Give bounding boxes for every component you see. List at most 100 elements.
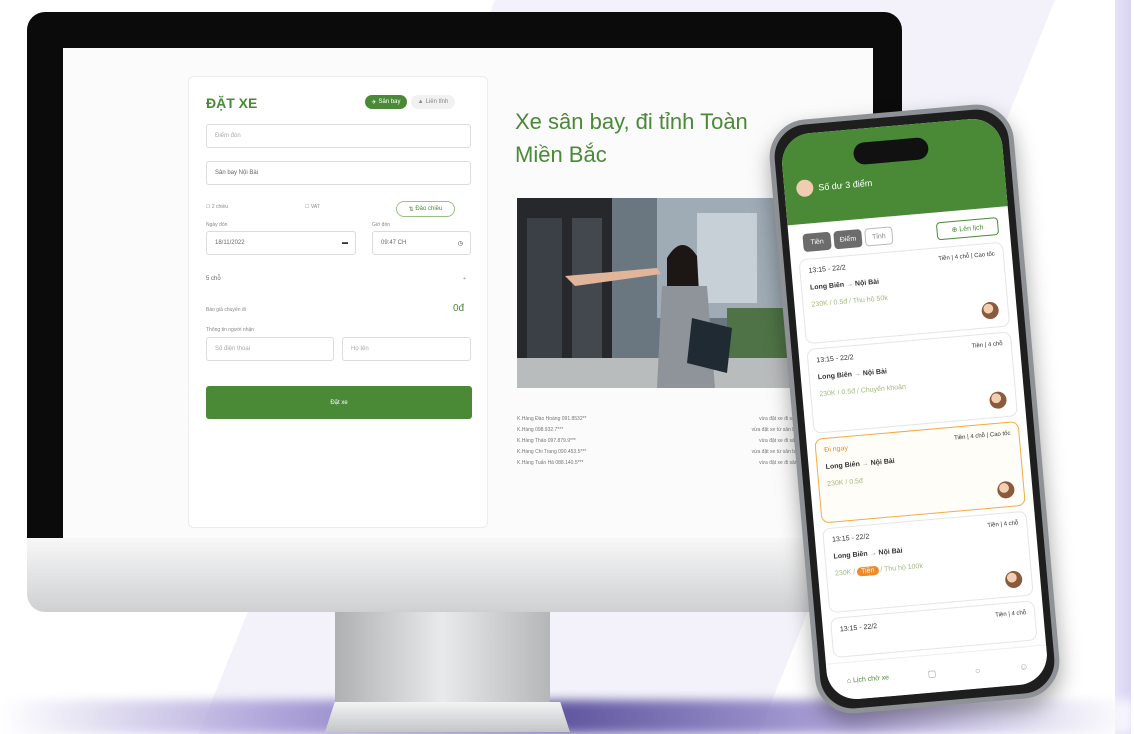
nav-schedule-label: Lịch chờ xe xyxy=(852,674,890,685)
trip-from: Long Biên xyxy=(833,550,868,561)
tab-points[interactable]: Điểm xyxy=(833,228,863,250)
driver-avatar xyxy=(988,390,1008,410)
calendar-icon: ▬ xyxy=(342,240,348,246)
driver-avatar xyxy=(1004,570,1023,589)
phone-header: Số dư 3 điểm xyxy=(779,116,1008,226)
desktop-monitor: ĐẶT XE ✈ Sân bay ▲ Liên tỉnh Điểm đón Sân … xyxy=(27,12,902,612)
monitor-chin xyxy=(27,538,902,612)
monitor-stand-base xyxy=(325,702,570,732)
plus-icon[interactable]: + xyxy=(463,276,466,282)
trip-time: Đi ngay xyxy=(823,444,849,455)
trip-card[interactable]: 13:15 - 22/2 Tiền | 4 chỗ Long Biên → Nội… xyxy=(806,331,1019,434)
trip-to: Nội Bài xyxy=(878,547,903,557)
car-icon: ▲ xyxy=(417,99,424,105)
trip-type: Tiền | 4 chỗ | Cao tốc xyxy=(953,430,1011,442)
home-icon: ⌂ xyxy=(846,677,852,685)
phone-screen: Số dư 3 điểm Tiền Điểm Tỉnh ⊕ Lên lịch 1… xyxy=(779,116,1050,702)
arrow-right-icon: → xyxy=(861,460,870,468)
marketing-stage: ĐẶT XE ✈ Sân bay ▲ Liên tỉnh Điểm đón Sân … xyxy=(0,0,1134,734)
list-item: K.Hàng Thảo 097.879.9*** vừa đặt xe đi sâ… xyxy=(517,438,807,449)
monitor-bezel: ĐẶT XE ✈ Sân bay ▲ Liên tỉnh Điểm đón Sân … xyxy=(27,12,902,539)
vat-label: VAT xyxy=(310,204,320,210)
driver-avatar xyxy=(996,480,1016,500)
trip-to: Nội Bài xyxy=(870,457,896,468)
swap-direction-button[interactable]: ⇅ Đảo chiều xyxy=(396,201,455,217)
mobile-phone: Số dư 3 điểm Tiền Điểm Tỉnh ⊕ Lên lịch 1… xyxy=(766,101,1063,717)
tab-intercity-label: Liên tỉnh xyxy=(425,99,449,105)
booking-form: ĐẶT XE ✈ Sân bay ▲ Liên tỉnh Điểm đón Sân … xyxy=(188,76,488,528)
chat-icon[interactable]: ○ xyxy=(975,665,981,675)
trip-to: Nội Bài xyxy=(854,278,880,288)
trip-card-urgent[interactable]: Đi ngay Tiền | 4 chỗ | Cao tốc Long Biên … xyxy=(814,420,1026,524)
trip-time: 13:15 - 22/2 xyxy=(839,623,878,634)
time-input[interactable]: 09:47 CH ◷ xyxy=(372,231,471,255)
tab-money[interactable]: Tiền xyxy=(802,231,832,253)
schedule-button[interactable]: ⊕ Lên lịch xyxy=(935,217,1000,241)
contact-name: K.Hàng Đào Hoàng 091.8532** xyxy=(517,416,587,422)
contact-name: K.Hàng Thảo 097.879.9*** xyxy=(517,438,576,444)
trip-type: Tiền | 4 chỗ xyxy=(987,520,1019,530)
payment-badge: Tiền xyxy=(856,565,879,577)
arrow-right-icon: → xyxy=(869,549,877,558)
phone-input[interactable]: Số điện thoại xyxy=(206,337,334,361)
price-value: 0đ xyxy=(453,303,465,314)
contact-name: K.Hàng 098.932.7*** xyxy=(517,427,564,433)
trip-to: Nội Bài xyxy=(862,368,888,378)
vat-checkbox[interactable]: ☐ VAT xyxy=(305,204,320,210)
swap-icon: ⇅ xyxy=(408,206,414,213)
two-way-checkbox[interactable]: ☐ 2 chiều xyxy=(206,204,228,210)
contact-label: Thông tin người nhận xyxy=(206,327,255,333)
contact-name: K.Hàng Tuấn Hà 088.140.5*** xyxy=(517,460,584,466)
trip-price-head: 230K / xyxy=(834,568,858,578)
trip-price-tail: / Thu hộ 100k xyxy=(878,562,924,574)
trip-type: Tiền | 4 chỗ xyxy=(971,341,1003,350)
list-item: K.Hàng 098.932.7*** vừa đặt xe từ sân bay… xyxy=(517,427,807,438)
clock-icon: ◷ xyxy=(457,240,463,247)
swap-label: Đảo chiều xyxy=(415,206,443,212)
seats-select[interactable]: 5 chỗ xyxy=(206,276,221,282)
woman-hailing-photo xyxy=(517,198,807,388)
hero-headline-line1: Xe sân bay, đi tỉnh Toàn xyxy=(515,109,748,134)
two-way-label: 2 chiều xyxy=(211,204,228,210)
driver-avatar xyxy=(980,301,1000,320)
trip-time: 13:15 - 22/2 xyxy=(816,354,854,365)
tab-province[interactable]: Tỉnh xyxy=(864,226,894,247)
tab-intercity[interactable]: ▲ Liên tỉnh xyxy=(411,95,455,109)
tab-airport[interactable]: ✈ Sân bay xyxy=(365,95,407,109)
date-label: Ngày đón xyxy=(206,222,228,228)
destination-input[interactable]: Sân bay Nội Bài xyxy=(206,161,471,185)
time-value: 09:47 CH xyxy=(381,240,407,246)
booking-title: ĐẶT XE xyxy=(206,95,258,111)
name-input[interactable]: Họ tên xyxy=(342,337,471,361)
list-item: K.Hàng Tuấn Hà 088.140.5*** vừa đặt xe đi… xyxy=(517,460,807,471)
trip-time: 13:15 - 22/2 xyxy=(808,264,847,275)
nav-schedule[interactable]: ⌂ Lịch chờ xe xyxy=(847,674,890,685)
monitor-screen: ĐẶT XE ✈ Sân bay ▲ Liên tỉnh Điểm đón Sân … xyxy=(63,48,873,538)
time-label: Giờ đón xyxy=(372,222,391,228)
pickup-input[interactable]: Điểm đón xyxy=(206,124,471,148)
hero-photo xyxy=(517,198,807,388)
tab-airport-label: Sân bay xyxy=(378,99,401,105)
dynamic-island xyxy=(852,136,930,166)
plane-icon: ✈ xyxy=(371,99,377,106)
trip-from: Long Biên xyxy=(817,371,853,382)
trip-from: Long Biên xyxy=(809,281,845,292)
date-value: 18/11/2022 xyxy=(215,240,245,246)
trip-time: 13:15 - 22/2 xyxy=(831,533,870,544)
arrow-right-icon: → xyxy=(853,370,862,379)
price-label: Báo giá chuyến đi xyxy=(206,307,246,313)
arrow-right-icon: → xyxy=(845,280,854,289)
profile-icon[interactable]: ☺ xyxy=(1019,661,1029,672)
book-button[interactable]: Đặt xe xyxy=(206,386,472,419)
date-input[interactable]: 18/11/2022 ▬ xyxy=(206,231,356,255)
trip-card[interactable]: 13:15 - 22/2 Tiền | 4 chỗ Long Biên → Nội… xyxy=(822,510,1034,614)
trip-card[interactable]: 13:15 - 22/2 Tiền | 4 chỗ | Cao tốc Long … xyxy=(798,241,1011,345)
trip-type: Tiền | 4 chỗ xyxy=(995,610,1027,619)
bookmark-icon[interactable]: ▢ xyxy=(927,668,936,680)
plus-circle-icon: ⊕ xyxy=(951,226,958,235)
background-stripe xyxy=(1115,0,1131,734)
recent-bookings-list: K.Hàng Đào Hoàng 091.8532** vừa đặt xe đi… xyxy=(517,416,807,471)
list-item: K.Hàng Chi Trang 090.453.5*** vừa đặt xe … xyxy=(517,449,807,460)
avatar[interactable] xyxy=(795,179,815,198)
contact-name: K.Hàng Chi Trang 090.453.5*** xyxy=(517,449,587,455)
